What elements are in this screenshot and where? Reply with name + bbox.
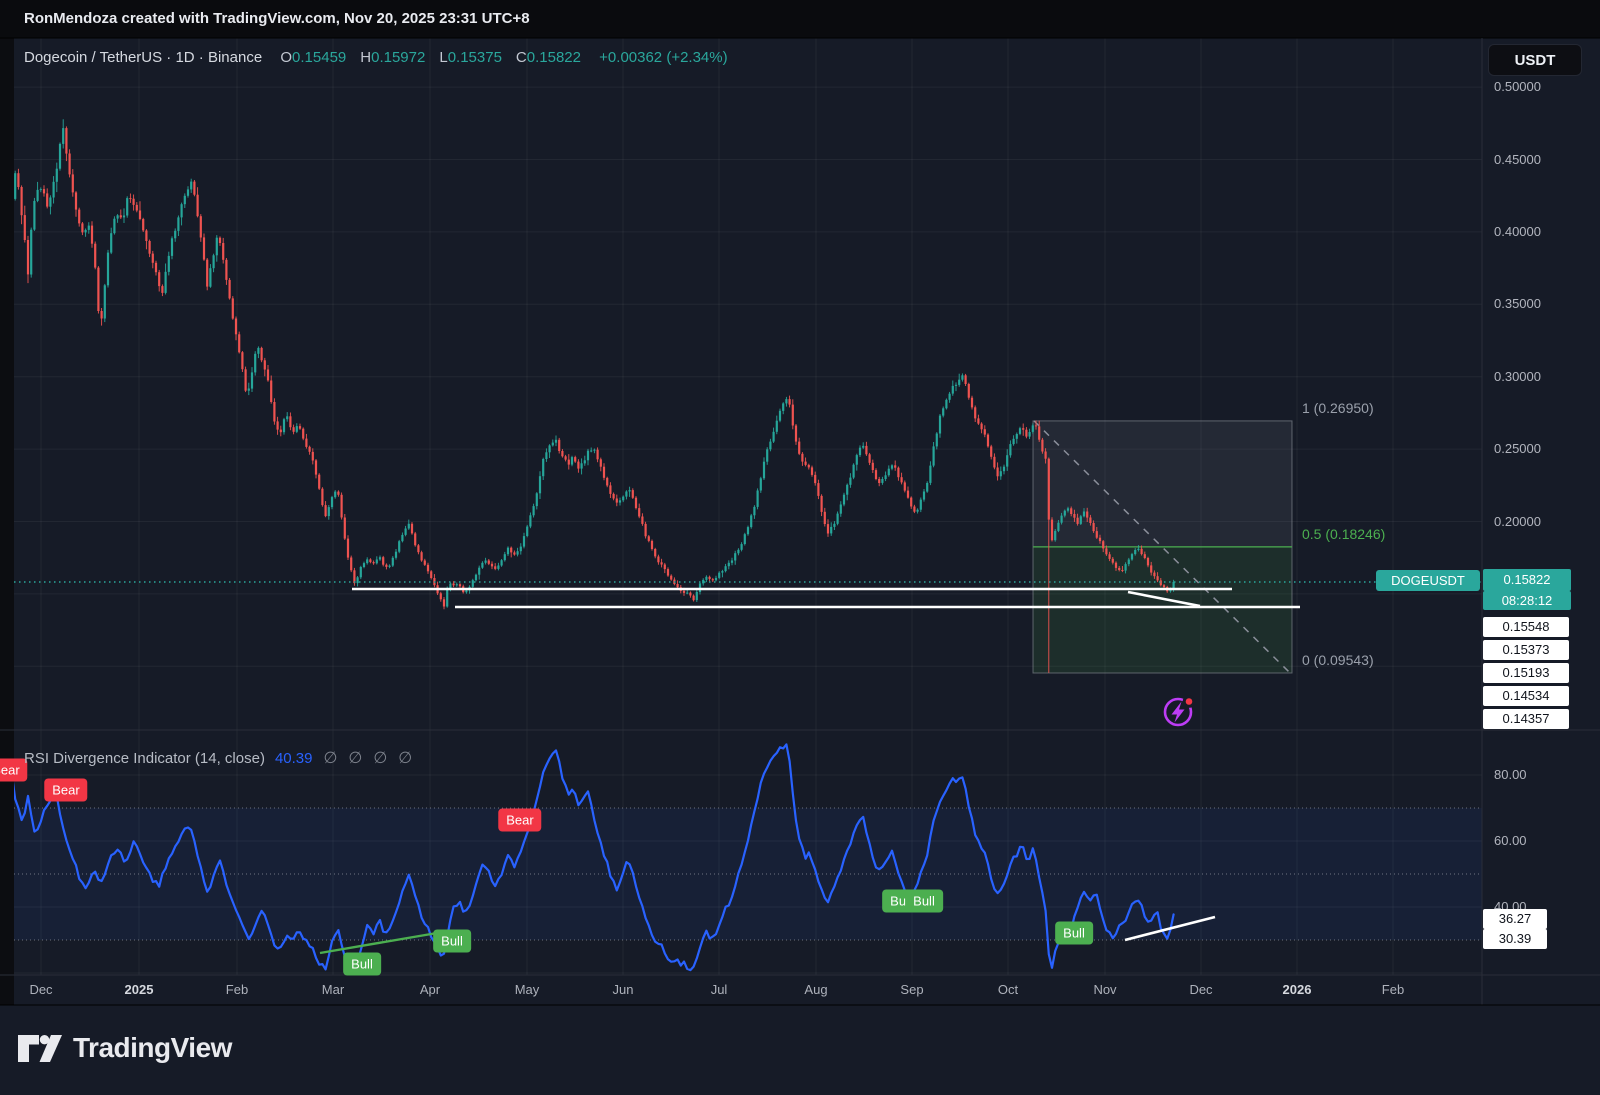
ohlc-o: O0.15459: [280, 49, 346, 66]
price-axis-tick[interactable]: 0.25000: [1494, 441, 1541, 457]
month-axis-label[interactable]: Feb: [1382, 982, 1404, 998]
month-axis-label[interactable]: Apr: [420, 982, 440, 998]
alert-price-label[interactable]: 0.14357: [1483, 709, 1569, 729]
chart-canvas[interactable]: [0, 0, 1600, 1095]
price-axis-tick[interactable]: 0.45000: [1494, 152, 1541, 168]
ohlc-values: O0.15459 H0.15972 L0.15375 C0.15822: [266, 49, 581, 66]
divergence-empty-icon: ∅: [373, 750, 387, 767]
bull-divergence-label[interactable]: Bull: [905, 890, 943, 913]
month-axis-label[interactable]: Jul: [711, 982, 728, 998]
divergence-empty-icon: ∅: [398, 750, 412, 767]
month-axis-label[interactable]: Jun: [613, 982, 634, 998]
price-tag-value[interactable]: 0.15822: [1483, 569, 1571, 591]
bull-divergence-label[interactable]: Bull: [343, 953, 381, 976]
ohlc-c: C0.15822: [516, 49, 581, 66]
rsi-current-value: 40.39: [275, 750, 313, 767]
tradingview-logo-icon: [18, 1035, 62, 1062]
month-axis-label[interactable]: Dec: [1189, 982, 1212, 998]
rsi-trendline-value-label: 30.39: [1483, 929, 1547, 949]
month-axis-label[interactable]: Feb: [226, 982, 248, 998]
rsi-indicator-header[interactable]: RSI Divergence Indicator (14, close) 40.…: [24, 748, 412, 768]
month-axis-label[interactable]: Dec: [29, 982, 52, 998]
tradingview-screenshot: RonMendoza created with TradingView.com,…: [0, 0, 1600, 1095]
month-axis-label[interactable]: Nov: [1093, 982, 1116, 998]
year-axis-label[interactable]: 2025: [125, 982, 154, 998]
rsi-axis-tick[interactable]: 80.00: [1494, 767, 1527, 783]
alert-price-label[interactable]: 0.15373: [1483, 640, 1569, 660]
price-axis-tick[interactable]: 0.50000: [1494, 79, 1541, 95]
rsi-axis-tick[interactable]: 60.00: [1494, 833, 1527, 849]
ohlc-l: L0.15375: [439, 49, 502, 66]
rsi-indicator-title[interactable]: RSI Divergence Indicator (14, close): [24, 750, 265, 767]
bear-divergence-label[interactable]: Bear: [44, 779, 87, 802]
divergence-empty-icon: ∅: [323, 750, 337, 767]
tradingview-wordmark: TradingView: [73, 1032, 232, 1064]
year-axis-label[interactable]: 2026: [1283, 982, 1312, 998]
price-axis-tick[interactable]: 0.30000: [1494, 369, 1541, 385]
price-axis-tick[interactable]: 0.35000: [1494, 296, 1541, 312]
bear-divergence-label[interactable]: Bear: [498, 809, 541, 832]
fib-level-label[interactable]: 1 (0.26950): [1302, 399, 1374, 417]
fib-level-label[interactable]: 0.5 (0.18246): [1302, 525, 1385, 543]
bull-divergence-label[interactable]: Bull: [1055, 922, 1093, 945]
month-axis-label[interactable]: May: [515, 982, 540, 998]
fib-level-label[interactable]: 0 (0.09543): [1302, 651, 1374, 669]
alert-price-label[interactable]: 0.15548: [1483, 617, 1569, 637]
price-axis-tick[interactable]: 0.40000: [1494, 224, 1541, 240]
month-axis-label[interactable]: Oct: [998, 982, 1018, 998]
price-axis-tick[interactable]: 0.20000: [1494, 514, 1541, 530]
currency-toggle-button[interactable]: USDT: [1488, 44, 1582, 76]
tradingview-logo[interactable]: TradingView: [18, 1032, 232, 1064]
rsi-trendline-value-label: 36.27: [1483, 909, 1547, 929]
divergence-empty-icon: ∅: [348, 750, 362, 767]
bull-divergence-label[interactable]: Bull: [433, 930, 471, 953]
month-axis-label[interactable]: Aug: [804, 982, 827, 998]
alert-price-label[interactable]: 0.14534: [1483, 686, 1569, 706]
change-value: +0.00362 (+2.34%): [599, 49, 727, 66]
ohlc-h: H0.15972: [360, 49, 425, 66]
month-axis-label[interactable]: Sep: [900, 982, 923, 998]
alert-price-label[interactable]: 0.15193: [1483, 663, 1569, 683]
symbol-title[interactable]: Dogecoin / TetherUS · 1D · Binance: [24, 49, 262, 66]
price-tag-countdown: 08:28:12: [1483, 591, 1571, 610]
price-line-symbol-tag[interactable]: DOGEUSDT: [1376, 570, 1480, 591]
month-axis-label[interactable]: Mar: [322, 982, 344, 998]
symbol-header[interactable]: Dogecoin / TetherUS · 1D · Binance O0.15…: [24, 49, 728, 69]
